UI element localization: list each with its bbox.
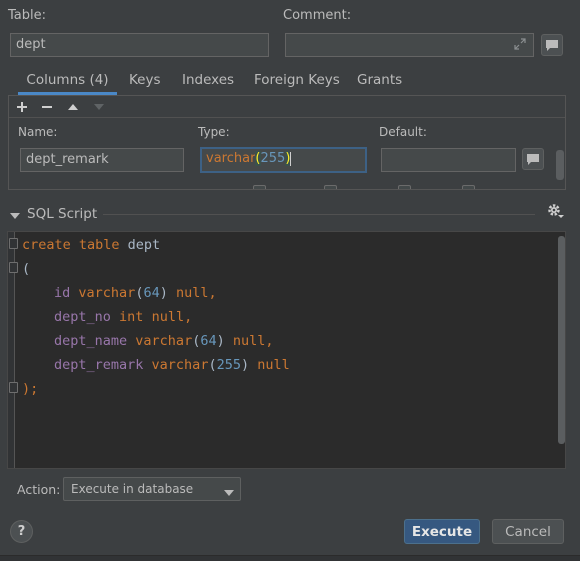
column-default-label: Default:: [379, 125, 427, 139]
tab-keys[interactable]: Keys: [129, 71, 161, 95]
column-type-label: Type:: [198, 125, 230, 139]
expand-icon[interactable]: [513, 37, 527, 51]
sql-editor[interactable]: create table dept ( id varchar(64) null,…: [7, 231, 566, 469]
remove-icon[interactable]: [40, 100, 54, 114]
cancel-button[interactable]: Cancel: [492, 519, 564, 544]
sql-script-label: SQL Script: [27, 206, 98, 222]
column-type-input[interactable]: varchar(255): [200, 147, 367, 173]
tab-columns[interactable]: Columns (4): [18, 71, 117, 95]
text-caret: [290, 151, 292, 166]
comment-icon: [546, 39, 558, 51]
columns-panel: Name: dept_remark Type: varchar(255) Def…: [8, 95, 566, 190]
action-select[interactable]: Execute in database: [63, 477, 241, 501]
section-divider: [103, 214, 535, 215]
fold-marker[interactable]: [9, 382, 18, 393]
code-line: (: [22, 261, 31, 277]
execute-button[interactable]: Execute: [404, 519, 480, 544]
collapse-icon[interactable]: [9, 210, 21, 220]
gear-icon[interactable]: [546, 202, 564, 220]
code-line: );: [22, 381, 39, 397]
code-line: dept_no int null,: [54, 309, 193, 325]
tab-foreign-keys[interactable]: Foreign Keys: [254, 71, 340, 95]
columns-toolbar: [9, 96, 565, 118]
help-button[interactable]: ?: [10, 520, 33, 543]
comment-input[interactable]: [285, 33, 534, 57]
column-option-checkbox[interactable]: [324, 185, 337, 189]
comment-icon: [527, 153, 539, 165]
comment-edit-button[interactable]: [541, 34, 563, 56]
table-label: Table:: [8, 8, 46, 23]
move-down-icon: [92, 100, 106, 114]
help-icon: ?: [17, 524, 26, 539]
fold-marker[interactable]: [9, 262, 18, 273]
move-up-icon[interactable]: [66, 100, 80, 114]
comment-label: Comment:: [283, 8, 352, 23]
editor-scrollbar[interactable]: [558, 236, 565, 444]
column-name-input[interactable]: dept_remark: [20, 148, 184, 172]
fold-marker[interactable]: [9, 238, 18, 249]
code-line: dept_remark varchar(255) null: [54, 357, 290, 373]
column-default-input[interactable]: [381, 148, 516, 172]
action-select-value: Execute in database: [71, 482, 194, 496]
action-label: Action:: [17, 482, 61, 497]
column-option-checkbox[interactable]: [398, 185, 411, 189]
type-base: varchar: [206, 151, 256, 166]
window-bottom-edge: [0, 555, 580, 561]
chevron-down-icon: [224, 486, 234, 496]
tab-indexes[interactable]: Indexes: [182, 71, 234, 95]
column-option-checkbox[interactable]: [462, 185, 475, 189]
code-line: dept_name varchar(64) null,: [54, 333, 274, 349]
column-option-checkbox[interactable]: [253, 185, 266, 189]
tab-grants[interactable]: Grants: [357, 71, 402, 95]
code-line: create table dept: [22, 237, 161, 253]
default-edit-button[interactable]: [522, 148, 544, 170]
type-size: 255: [260, 151, 286, 166]
add-icon[interactable]: [15, 100, 29, 114]
table-name-input[interactable]: dept: [10, 33, 269, 57]
columns-scrollbar[interactable]: [556, 150, 564, 180]
column-name-label: Name:: [18, 125, 58, 139]
code-line: id varchar(64) null,: [54, 285, 217, 301]
